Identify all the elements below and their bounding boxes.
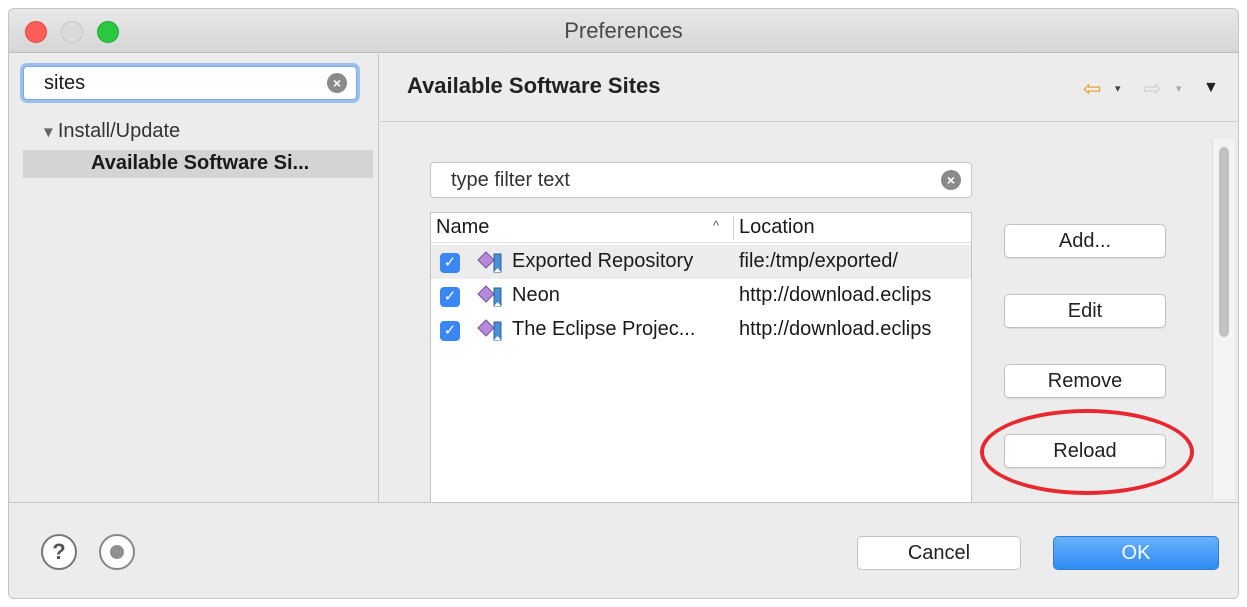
preference-search-input[interactable]: sites × — [23, 66, 357, 100]
help-icon[interactable]: ? — [41, 534, 77, 570]
repository-icon — [477, 319, 502, 341]
site-location: http://download.eclips — [739, 318, 932, 340]
back-history-dropdown-icon[interactable]: ▾ — [1115, 82, 1121, 95]
column-header-location[interactable]: Location — [739, 216, 815, 239]
site-location: http://download.eclips — [739, 284, 932, 306]
red-highlight-circle — [980, 409, 1194, 495]
page-title: Available Software Sites — [407, 73, 661, 98]
filter-placeholder: type filter text — [451, 169, 570, 191]
view-menu-icon[interactable]: ▼ — [1203, 79, 1219, 97]
page-header: Available Software Sites ⇦ ▾ ⇨ ▾ ▼ — [380, 54, 1238, 122]
repository-icon — [477, 285, 502, 307]
clear-filter-icon[interactable]: × — [941, 170, 961, 190]
forward-history-dropdown-icon[interactable]: ▾ — [1176, 82, 1182, 95]
ok-button[interactable]: OK — [1053, 536, 1219, 570]
preference-page: Available Software Sites ⇦ ▾ ⇨ ▾ ▼ type … — [380, 54, 1238, 502]
vertical-scrollbar[interactable] — [1212, 139, 1234, 499]
site-name: Neon — [512, 284, 560, 306]
forward-arrow-icon[interactable]: ⇨ — [1143, 76, 1161, 102]
expand-triangle-icon[interactable]: ▼ — [41, 124, 56, 141]
site-location: file:/tmp/exported/ — [739, 250, 898, 272]
column-divider[interactable] — [733, 216, 734, 240]
enabled-checkbox[interactable]: ✓ — [440, 321, 460, 341]
add-site-button[interactable]: Add... — [1004, 224, 1166, 258]
tree-item-label: Available Software Si... — [91, 152, 310, 174]
clear-search-icon[interactable]: × — [327, 73, 347, 93]
enabled-checkbox[interactable]: ✓ — [440, 287, 460, 307]
window-title: Preferences — [564, 18, 683, 43]
column-header-name[interactable]: Name — [436, 216, 489, 239]
tree-item-install-update[interactable]: ▼ Install/Update — [41, 120, 180, 143]
search-value: sites — [44, 72, 86, 94]
dialog-footer: ? Cancel OK — [9, 502, 1238, 598]
table-row[interactable]: ✓ Exported Repository file:/tmp/exported… — [431, 245, 971, 279]
tree-item-label: Install/Update — [57, 120, 181, 142]
title-bar: Preferences — [9, 9, 1238, 53]
edit-site-button[interactable]: Edit — [1004, 294, 1166, 328]
filter-input[interactable]: type filter text × — [430, 162, 972, 198]
sites-table: Name ^ Location ✓ Exported Repository fi… — [430, 212, 972, 502]
back-arrow-icon[interactable]: ⇦ — [1083, 76, 1101, 102]
remove-site-button[interactable]: Remove — [1004, 364, 1166, 398]
preferences-window: Preferences sites × ▼ Install/Update Avai… — [8, 8, 1239, 599]
table-row[interactable]: ✓ The Eclipse Projec... http://download.… — [431, 313, 971, 347]
site-name: Exported Repository — [512, 250, 694, 272]
preference-tree-pane: sites × ▼ Install/Update Available Softwa… — [9, 54, 379, 502]
sort-ascending-icon: ^ — [713, 218, 720, 233]
scrollbar-thumb[interactable] — [1219, 147, 1229, 337]
table-header: Name ^ Location — [431, 213, 971, 243]
tree-item-available-software-sites[interactable]: Available Software Si... — [23, 150, 373, 178]
table-row[interactable]: ✓ Neon http://download.eclips — [431, 279, 971, 313]
site-name: The Eclipse Projec... — [512, 318, 696, 340]
repository-icon — [477, 251, 502, 273]
cancel-button[interactable]: Cancel — [857, 536, 1021, 570]
record-macro-icon[interactable] — [99, 534, 135, 570]
enabled-checkbox[interactable]: ✓ — [440, 253, 460, 273]
